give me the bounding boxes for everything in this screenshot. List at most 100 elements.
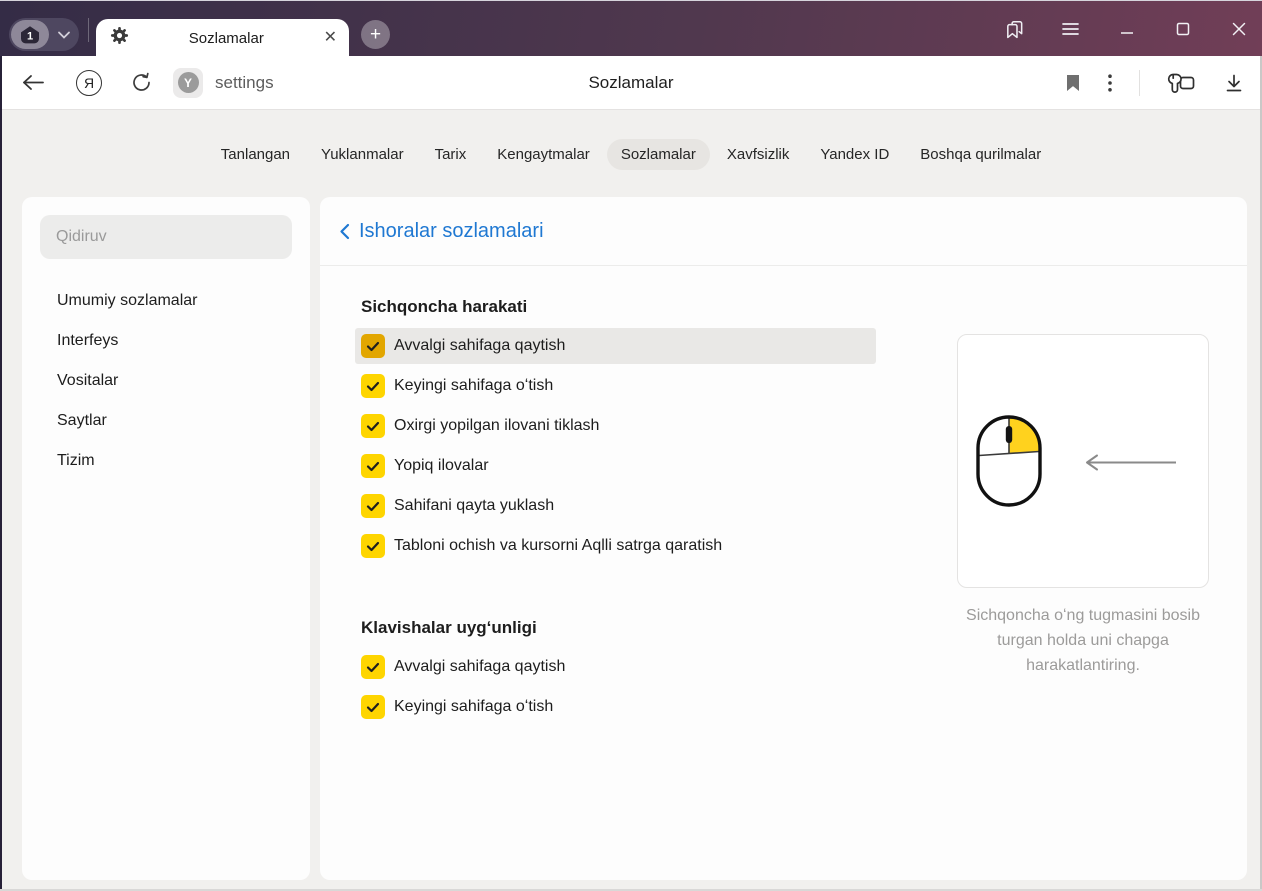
back-chevron-icon [340,223,350,239]
gesture-label: Keyingi sahifaga oʻtish [394,377,554,394]
browser-tab[interactable]: Sozlamalar ✕ [96,19,349,57]
checkmark-icon [366,461,380,471]
checkbox-checked[interactable] [361,374,385,398]
gesture-row[interactable]: Tabloni ochish va kursorni Aqlli satrga … [355,528,876,564]
checkbox-checked[interactable] [361,414,385,438]
site-badge[interactable]: Y [173,67,203,98]
window-close-button[interactable] [1228,19,1249,40]
gesture-label: Keyingi sahifaga oʻtish [394,698,554,715]
settings-nav-tabs: Tanlangan Yuklanmalar Tarix Kengaytmalar… [0,139,1262,170]
gesture-label: Avvalgi sahifaga qaytish [394,658,566,675]
maximize-icon [1176,22,1189,36]
gesture-label: Yopiq ilovalar [394,457,489,474]
kebab-menu-icon [1108,73,1112,92]
gesture-row[interactable]: Yopiq ilovalar [355,448,876,484]
tab-counter-badge[interactable]: 1 [11,20,49,49]
hamburger-icon [1062,23,1079,35]
checkmark-icon [366,662,380,672]
tab-title: Sozlamalar [188,29,264,47]
checkbox-checked[interactable] [361,534,385,558]
bookmarks-sidebar-button[interactable] [1004,19,1025,40]
plus-icon: + [369,23,382,45]
tab-sozlamalar[interactable]: Sozlamalar [606,139,710,170]
gesture-label: Avvalgi sahifaga qaytish [394,337,566,354]
close-icon [1232,22,1245,36]
gear-icon [110,26,129,50]
sidebar-item-umumiy-sozlamalar[interactable]: Umumiy sozlamalar [40,281,292,321]
gesture-illustration: Sichqoncha oʻng tugmasini bosib turgan h… [957,297,1209,729]
gesture-illustration-card [957,334,1209,588]
tab-list-dropdown[interactable] [49,31,79,39]
tab-xavfsizlik[interactable]: Xavfsizlik [713,139,804,170]
sidebar-item-tizim[interactable]: Tizim [40,441,292,481]
left-arrow-icon [1086,454,1176,471]
checkbox-checked[interactable] [361,494,385,518]
window-minimize-button[interactable] [1116,19,1137,40]
window-border-left [0,56,2,891]
checkmark-icon [366,541,380,551]
window-maximize-button[interactable] [1172,19,1193,40]
gesture-row[interactable]: Oxirgi yopilgan ilovani tiklash [355,408,876,444]
collections-button[interactable] [1167,71,1197,95]
checkbox-checked[interactable] [361,695,385,719]
bookmarks-icon [1007,20,1023,38]
tab-tarix[interactable]: Tarix [421,139,481,170]
page-title: Ishoralar sozlamalari [359,219,544,242]
tab-count: 1 [27,30,33,42]
tab-boshqa-qurilmalar[interactable]: Boshqa qurilmalar [906,139,1055,170]
toolbar: Я Y settings Sozlamalar [0,56,1262,110]
tab-kengaytmalar[interactable]: Kengaytmalar [483,139,604,170]
refresh-icon [133,72,150,91]
gesture-label: Sahifani qayta yuklash [394,497,555,514]
downloads-button[interactable] [1224,73,1244,93]
collections-icon [1167,73,1195,93]
checkmark-icon [366,501,380,511]
settings-sidebar: Umumiy sozlamalar Interfeys Vositalar Sa… [22,197,310,880]
tab-yuklanmalar[interactable]: Yuklanmalar [307,139,418,170]
tab-counter-control[interactable]: 1 [9,18,79,51]
search-input[interactable] [40,215,292,259]
browser-menu-button[interactable] [1060,19,1081,40]
gestures-settings-header[interactable]: Ishoralar sozlamalari [320,197,1247,266]
download-icon [1226,74,1242,91]
titlebar: 1 Sozlamalar ✕ + [0,0,1262,57]
gesture-caption: Sichqoncha oʻng tugmasini bosib turgan h… [966,607,1200,674]
tab-tanlangan[interactable]: Tanlangan [207,139,304,170]
checkmark-icon [366,341,380,351]
back-arrow-icon [23,75,44,90]
gesture-row[interactable]: Avvalgi sahifaga qaytish [355,649,876,685]
back-button[interactable] [21,74,45,91]
checkmark-icon [366,702,380,712]
tab-yandex-id[interactable]: Yandex ID [806,139,903,170]
gesture-label: Oxirgi yopilgan ilovani tiklash [394,417,600,434]
sidebar-item-interfeys[interactable]: Interfeys [40,321,292,361]
gesture-row[interactable]: Avvalgi sahifaga qaytish [355,328,876,364]
section-heading-mouse-gestures: Sichqoncha harakati [361,297,528,316]
refresh-button[interactable] [131,72,152,93]
tab-shield-icon: 1 [19,25,41,45]
toolbar-divider [1139,69,1140,96]
checkbox-checked[interactable] [361,655,385,679]
sidebar-item-vositalar[interactable]: Vositalar [40,361,292,401]
gesture-row[interactable]: Keyingi sahifaga oʻtish [355,689,876,725]
checkbox-checked[interactable] [361,454,385,478]
new-tab-button[interactable]: + [361,20,390,49]
bookmark-button[interactable] [1065,73,1081,92]
address-bar-text[interactable]: settings [215,73,274,93]
page-menu-button[interactable] [1108,73,1112,92]
gesture-row[interactable]: Sahifani qayta yuklash [355,488,876,524]
chevron-down-icon [58,31,70,39]
checkmark-icon [366,381,380,391]
yandex-logo-icon[interactable]: Я [76,69,102,96]
section-heading-key-combos: Klavishalar uygʻunligi [361,618,537,637]
gesture-label: Tabloni ochish va kursorni Aqlli satrga … [394,537,723,554]
site-favicon-icon: Y [177,72,199,93]
sidebar-item-saytlar[interactable]: Saytlar [40,401,292,441]
titlebar-divider [88,18,89,42]
bookmark-icon [1067,75,1079,91]
checkbox-checked[interactable] [361,334,385,358]
minimize-icon [1120,32,1133,34]
settings-main-panel: Ishoralar sozlamalari Sichqoncha harakat… [320,197,1247,880]
gesture-row[interactable]: Keyingi sahifaga oʻtish [355,368,876,404]
tab-close-icon[interactable]: ✕ [324,30,337,46]
